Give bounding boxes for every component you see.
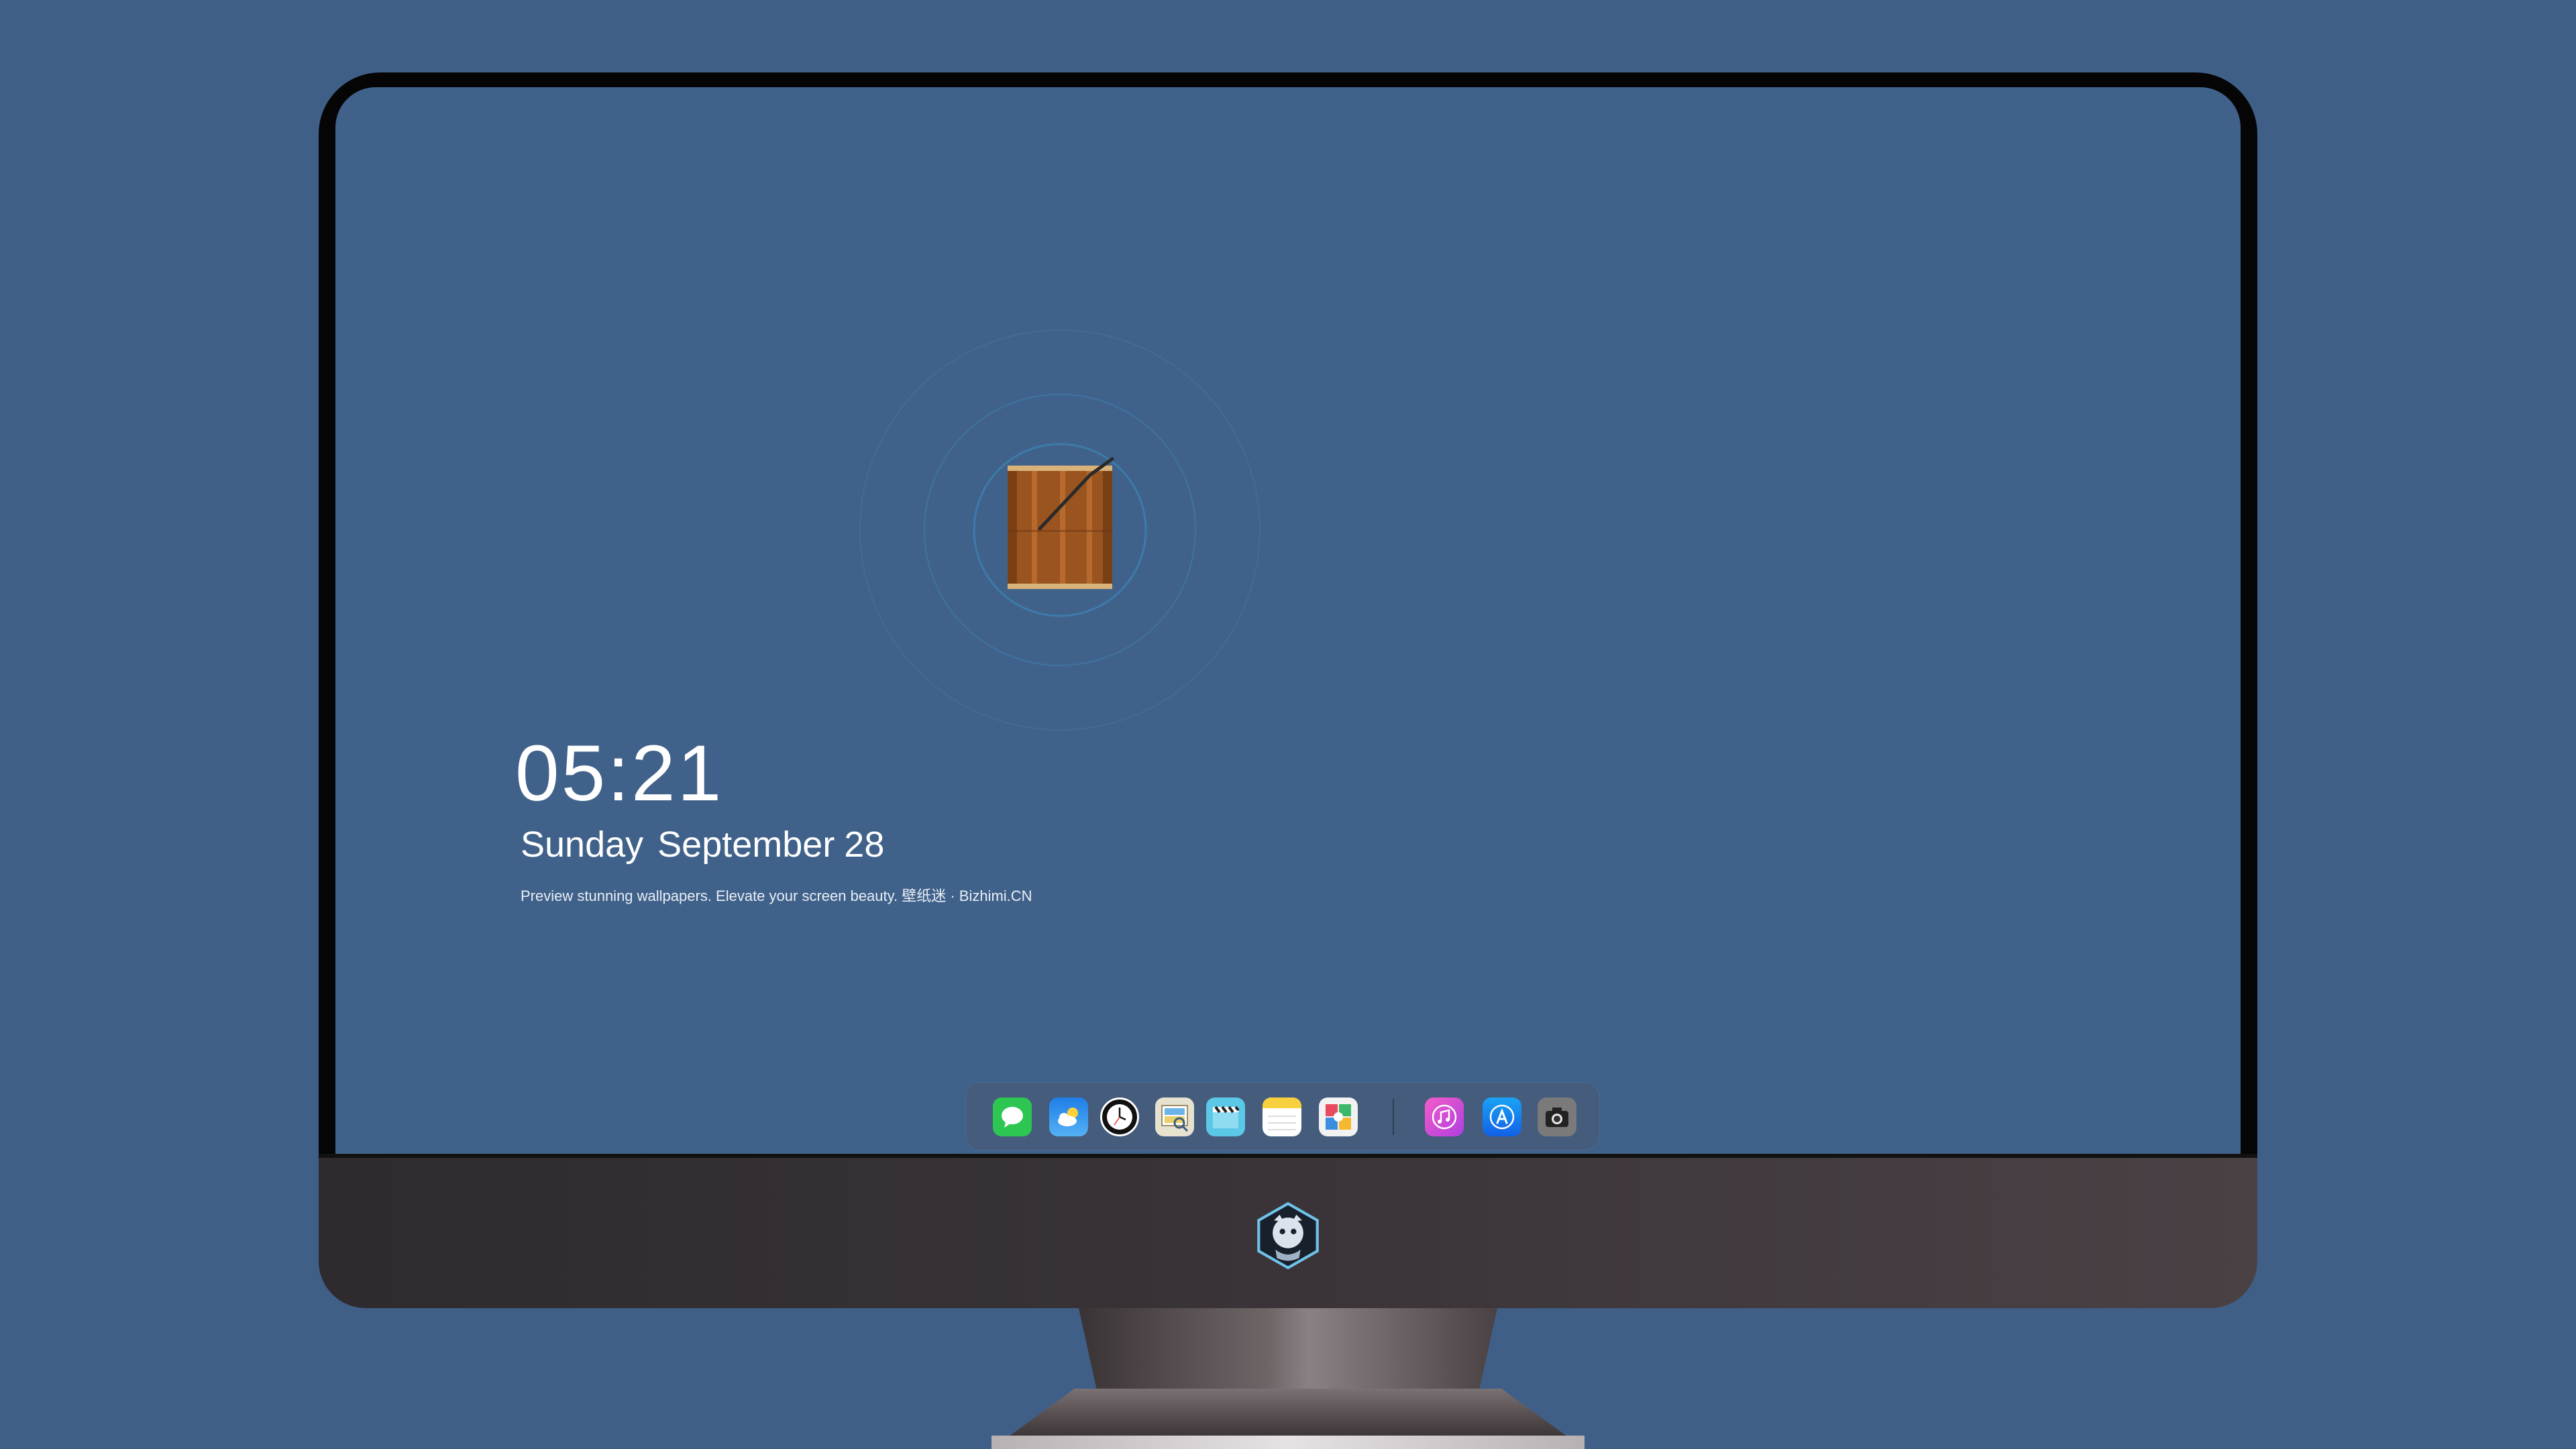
desktop-screen <box>335 87 2241 1154</box>
dock <box>966 1083 1599 1150</box>
clock-date: Sunday September 28 <box>521 824 884 865</box>
wallpaper-tagline: Preview stunning wallpapers. Elevate you… <box>521 888 1032 904</box>
clock-time: 05:21 <box>515 729 724 818</box>
chin-logo-icon <box>1257 1201 1319 1270</box>
messages-icon[interactable] <box>993 1097 1032 1136</box>
preview-icon[interactable] <box>1155 1097 1194 1136</box>
notes-icon[interactable] <box>1263 1097 1301 1136</box>
drum-widget[interactable] <box>859 329 1261 731</box>
camera-icon[interactable] <box>1538 1097 1576 1136</box>
photo-booth-icon[interactable] <box>1319 1097 1358 1136</box>
monitor-stand-edge <box>991 1436 1585 1449</box>
itunes-icon[interactable] <box>1425 1097 1464 1136</box>
clock-icon[interactable] <box>1100 1097 1139 1136</box>
app-store-icon[interactable] <box>1483 1097 1521 1136</box>
clips-icon[interactable] <box>1206 1097 1245 1136</box>
clock-weekday-month: Sunday September <box>521 824 835 865</box>
weather-icon[interactable] <box>1049 1097 1088 1136</box>
clock-day: 28 <box>844 824 885 865</box>
wooden-drum-icon <box>1008 466 1112 589</box>
dock-separator <box>1393 1099 1394 1135</box>
